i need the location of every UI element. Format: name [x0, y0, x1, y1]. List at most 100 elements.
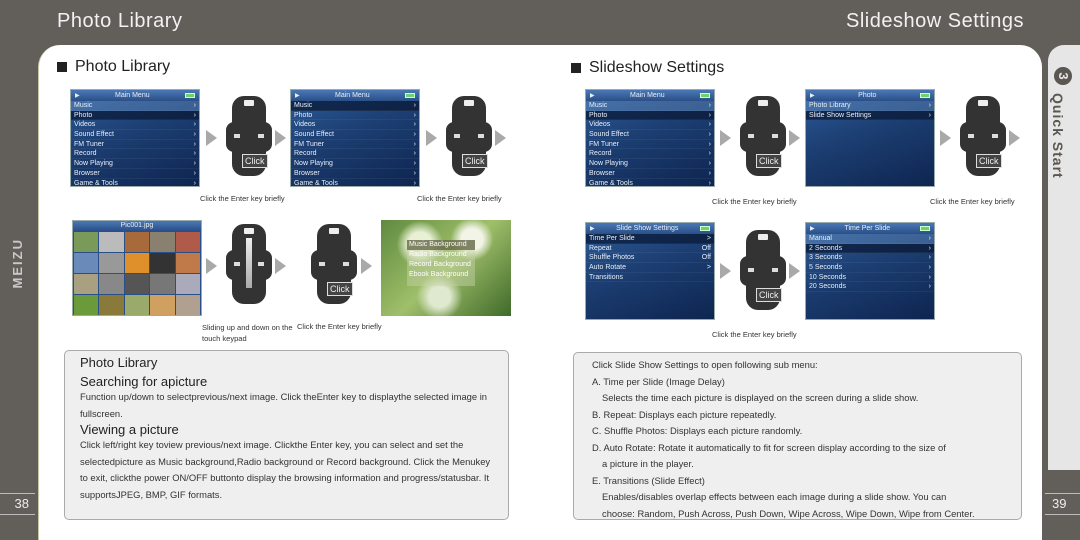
keypad-slide-illustration — [226, 220, 272, 310]
arrow-right-icon — [495, 130, 506, 146]
menu-row: Now Playing › — [291, 159, 419, 169]
box-subheading-search: Searching for apicture — [80, 374, 208, 389]
arrow-right-icon — [275, 258, 286, 274]
battery-icon — [185, 93, 195, 98]
menu-row: Record › — [586, 149, 714, 160]
keypad-click-illustration: Click — [960, 92, 1006, 182]
header-right-title: Slideshow Settings — [846, 10, 1024, 32]
caption-enter-key: Click the Enter key briefly — [712, 197, 797, 206]
photo-library-info-box: Photo Library Searching for apicture Fun… — [64, 350, 509, 520]
chapter-label: Quick Start — [1050, 93, 1066, 179]
click-label: Click — [976, 154, 1002, 168]
menu-row: 2 Seconds › — [806, 243, 934, 254]
thumb-title: Pic001.jpg — [73, 221, 201, 231]
keypad-click-illustration: Click — [740, 92, 786, 182]
slideshow-info-box: Click Slide Show Settings to open follow… — [573, 352, 1022, 520]
box-line: A. Time per Slide (Image Delay) — [592, 375, 725, 387]
menu-row: Music › — [291, 101, 419, 111]
menu-row: Music › — [586, 101, 714, 111]
bullet-square-icon — [571, 63, 581, 73]
main-menu-screen-3: ▶ Main Menu Music › Photo › Videos › Sound E… — [585, 89, 715, 187]
menu-row: Browser › — [586, 169, 714, 179]
quick-start-tab[interactable]: 3 Quick Start — [1048, 45, 1080, 470]
menu-row: Now Playing › — [71, 159, 199, 169]
menu-row: Transitions — [586, 273, 714, 283]
menu-row: Browser › — [71, 169, 199, 179]
section-title-photo-library: Photo Library — [57, 58, 170, 76]
box-line: E. Transitions (Slide Effect) — [592, 474, 705, 486]
menu-row: Sound Effect › — [291, 130, 419, 140]
menu-row: Sound Effect › — [71, 130, 199, 140]
box-line: B. Repeat: Displays each picture repeate… — [592, 408, 777, 420]
menu-row: Game & Tools › — [291, 179, 419, 187]
keypad-click-illustration: Click — [740, 226, 786, 316]
box-paragraph-search: Function up/down to selectprevious/next … — [80, 391, 487, 419]
menu-row: 3 Seconds › — [806, 253, 934, 264]
photo-fullscreen-preview: Music Background Radio Background Record… — [381, 220, 511, 316]
arrow-right-icon — [1009, 130, 1020, 146]
menu-row: Record › — [291, 149, 419, 160]
page-number-right: 39 — [1045, 493, 1080, 515]
menu-row: Record › — [71, 149, 199, 160]
battery-icon — [700, 93, 710, 98]
menu-row: Auto Rotate > — [586, 263, 714, 273]
menu-row: Browser › — [291, 169, 419, 179]
battery-icon — [920, 93, 930, 98]
click-label: Click — [756, 288, 782, 302]
page-number-left: 38 — [0, 493, 35, 515]
arrow-right-icon — [720, 130, 731, 146]
box-line: C. Shuffle Photos: Displays each picture… — [592, 425, 803, 436]
menu-row: Music › — [71, 101, 199, 111]
arrow-right-icon — [361, 258, 372, 274]
header-left-title: Photo Library — [57, 10, 183, 32]
caption-enter-key: Click the Enter key briefly — [297, 322, 382, 331]
battery-icon — [920, 226, 930, 231]
click-label: Click — [462, 154, 488, 168]
time-per-slide-screen: ▶ Time Per Slide Manual › 2 Seconds › 3 Sec… — [805, 222, 935, 320]
menu-row: 5 Seconds › — [806, 263, 934, 273]
background-menu: Music Background Radio Background Record… — [407, 240, 475, 286]
box-subheading-view: Viewing a picture — [80, 422, 179, 437]
battery-icon — [700, 226, 710, 231]
menu-row: Manual › — [806, 234, 934, 244]
caption-enter-key: Click the Enter key briefly — [930, 197, 1015, 206]
menu-row: Repeat Off — [586, 244, 714, 254]
menu-row: FM Tuner › — [586, 140, 714, 150]
section-title-text: Photo Library — [75, 58, 171, 75]
menu-row: 10 Seconds › — [806, 273, 934, 283]
menu-row: Game & Tools › — [586, 179, 714, 187]
arrow-right-icon — [789, 263, 800, 279]
arrow-right-icon — [206, 130, 217, 146]
caption-enter-key: Click the Enter key briefly — [712, 330, 797, 339]
main-menu-screen-2: ▶ Main Menu Music › Photo › Videos › Sound E… — [290, 89, 420, 187]
box-paragraph-view: Click left/right key toview previous/nex… — [80, 439, 491, 500]
menu-row: Sound Effect › — [586, 130, 714, 140]
menu-row: Photo › — [291, 111, 419, 121]
menu-row: FM Tuner › — [71, 140, 199, 150]
caption-enter-key: Click the Enter key briefly — [417, 194, 502, 203]
caption-slide-keypad: Sliding up and down on the touch keypad — [202, 323, 293, 343]
menu-row: FM Tuner › — [291, 140, 419, 150]
arrow-right-icon — [426, 130, 437, 146]
click-label: Click — [327, 282, 353, 296]
menu-row: Videos › — [71, 120, 199, 131]
box-line: Selects the time each picture is display… — [602, 392, 919, 403]
menu-row: Photo › — [586, 110, 714, 121]
caption-enter-key: Click the Enter key briefly — [200, 194, 285, 203]
bullet-square-icon — [57, 62, 67, 72]
menu-row: 20 Seconds › — [806, 282, 934, 293]
menu-row: Videos › — [586, 120, 714, 131]
arrow-right-icon — [789, 130, 800, 146]
slideshow-settings-screen: ▶ Slide Show Settings Time Per Slide > Rep… — [585, 222, 715, 320]
box-line: D. Auto Rotate: Rotate it automatically … — [592, 441, 946, 453]
menu-row: Time Per Slide > — [586, 234, 714, 244]
section-title-text: Slideshow Settings — [589, 59, 725, 76]
menu-row: Photo › — [71, 110, 199, 121]
main-menu-screen-1: ▶ Main Menu Music › Photo › Videos › Sound E… — [70, 89, 200, 187]
battery-icon — [405, 93, 415, 98]
screen-title: Main Menu — [114, 92, 150, 99]
menu-row: Photo Library › — [806, 101, 934, 111]
menu-row: Shuffle Photos Off — [586, 253, 714, 264]
keypad-click-illustration: Click — [226, 92, 272, 182]
menu-row: Now Playing › — [586, 159, 714, 169]
